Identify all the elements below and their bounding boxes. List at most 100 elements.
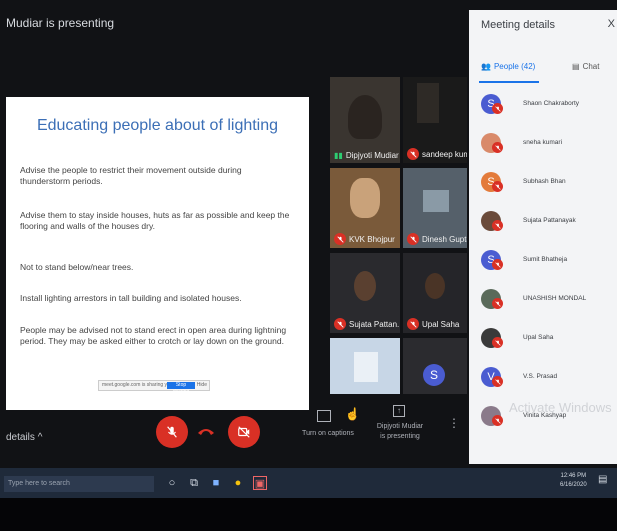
system-clock[interactable]: 12:46 PM 6/16/2020: [560, 472, 587, 490]
video-tile[interactable]: S: [403, 338, 467, 394]
mic-off-icon: [334, 318, 346, 330]
participant-row[interactable]: sneha kumari: [481, 133, 611, 157]
slide-bullet: Install lighting arrestors in tall build…: [20, 293, 242, 303]
participant-silhouette: [348, 95, 382, 139]
participant-background: [354, 352, 378, 382]
mic-off-icon: [167, 426, 177, 438]
meet-window: Mudiar is presenting Educating people ab…: [0, 0, 617, 531]
mic-off-icon: [492, 103, 503, 114]
participant-silhouette: [350, 178, 380, 218]
clock-date: 6/16/2020: [560, 482, 587, 488]
mic-off-icon: [492, 415, 503, 426]
presenting-name: Dipjyoti Mudiar: [376, 423, 424, 430]
mic-off-icon: [492, 376, 503, 387]
camera-toggle-button[interactable]: [228, 416, 260, 448]
presenting-label: Mudiar is presenting: [6, 16, 115, 30]
participant-name: UNASHISH MONDAL: [523, 295, 587, 302]
taskbar-search-input[interactable]: Type here to search: [4, 476, 154, 492]
participant-row[interactable]: S Subhash Bhan: [481, 172, 611, 196]
tile-name-label: KVK Bhojpur: [334, 233, 395, 245]
video-tile[interactable]: [330, 338, 400, 394]
participant-name: sandeep kum...: [422, 149, 467, 159]
mic-toggle-button[interactable]: [156, 416, 188, 448]
close-icon[interactable]: X: [608, 18, 615, 30]
meeting-details-toggle[interactable]: details ^: [6, 432, 42, 443]
video-tile[interactable]: Upal Saha: [403, 253, 467, 333]
mic-off-icon: [407, 148, 419, 160]
participant-row[interactable]: S Sumit Bhatheja: [481, 250, 611, 274]
video-tile[interactable]: Sujata Pattan...: [330, 253, 400, 333]
participant-row[interactable]: V V.S. Prasad: [481, 367, 611, 391]
presenting-status-text: is presenting: [380, 433, 420, 440]
tab-chat-label: Chat: [582, 62, 600, 71]
presenting-status[interactable]: Dipjyoti Mudiar is presenting: [372, 422, 428, 442]
slide-bullet: People may be advised not to stand erect…: [20, 325, 287, 346]
captions-icon[interactable]: [317, 410, 331, 422]
video-tile[interactable]: sandeep kum...: [403, 77, 467, 163]
hang-up-button[interactable]: [196, 424, 216, 436]
participant-avatar: S: [423, 364, 445, 386]
participant-row[interactable]: Upal Saha: [481, 328, 611, 352]
more-options-icon[interactable]: ⋮: [448, 416, 460, 430]
participant-name: V.S. Prasad: [523, 373, 558, 380]
mic-off-icon: [407, 233, 419, 245]
participant-name: Subhash Bhan: [523, 178, 566, 185]
activate-windows-watermark: Activate Windows: [509, 400, 612, 415]
task-view-icon[interactable]: ⧉: [187, 476, 201, 490]
participant-silhouette: [417, 83, 439, 123]
camera-off-icon: [238, 426, 250, 438]
participant-name: Sujata Pattanayak: [523, 217, 576, 224]
participant-name: Shaon Chakraborty: [523, 100, 580, 107]
participant-row[interactable]: Sujata Pattanayak: [481, 211, 611, 235]
panel-title: Meeting details: [481, 19, 555, 31]
participant-name: Upal Saha: [422, 319, 460, 329]
active-tab-indicator: [479, 81, 539, 83]
tile-name-label: Upal Saha: [407, 318, 459, 330]
notification-icon[interactable]: ▤: [598, 474, 607, 485]
screen-share-bar: meet.google.com is sharing your screen. …: [98, 380, 210, 395]
chrome-icon[interactable]: ●: [231, 476, 245, 490]
participant-silhouette: [354, 271, 376, 301]
stop-sharing-button[interactable]: Stop sharing: [167, 382, 195, 395]
bezel: [0, 498, 617, 531]
participant-name: Dinesh Gupta: [422, 234, 467, 244]
windows-taskbar: Type here to search ○ ⧉ ■ ● ▣: [0, 468, 617, 498]
phone-hangup-icon: [198, 429, 214, 435]
tab-people-label: People (42): [493, 62, 536, 71]
clock-time: 12:46 PM: [560, 473, 587, 479]
tab-people[interactable]: 👥 People (42): [481, 62, 535, 71]
participant-row[interactable]: UNASHISH MONDAL: [481, 289, 611, 313]
participant-name: Sumit Bhatheja: [523, 256, 568, 263]
slide-bullet: Not to stand below/near trees.: [20, 262, 134, 272]
hand-pointer-icon: ☝: [345, 407, 360, 421]
participant-name: sneha kumari: [523, 139, 563, 146]
mic-off-icon: [492, 298, 503, 309]
present-screen-icon[interactable]: ↑: [393, 405, 405, 417]
video-tile[interactable]: ▮▮ Dipjyoti Mudiar: [330, 77, 400, 163]
tile-name-label: sandeep kum...: [407, 148, 467, 160]
mic-off-icon: [492, 142, 503, 153]
mic-off-icon: [407, 318, 419, 330]
participant-name: KVK Bhojpur: [349, 234, 395, 244]
hide-share-bar-button[interactable]: Hide: [197, 382, 207, 388]
mic-off-icon: [492, 220, 503, 231]
captions-label[interactable]: Turn on captions: [298, 430, 358, 437]
tab-chat[interactable]: ▤ Chat: [572, 62, 599, 71]
participant-silhouette: [425, 273, 445, 299]
chevron-up-icon: ^: [37, 432, 43, 443]
participant-row[interactable]: S Shaon Chakraborty: [481, 94, 611, 118]
video-tile[interactable]: KVK Bhojpur: [330, 168, 400, 248]
mic-off-icon: [492, 337, 503, 348]
file-explorer-icon[interactable]: ■: [209, 476, 223, 490]
slide-bullet: Advise them to stay inside houses, huts …: [20, 210, 290, 231]
speaking-icon: ▮▮: [334, 151, 343, 160]
participant-name: Sujata Pattan...: [349, 319, 400, 329]
meeting-details-label: details: [6, 432, 35, 443]
app-icon[interactable]: ▣: [253, 476, 267, 490]
mic-off-icon: [334, 233, 346, 245]
tile-name-label: ▮▮ Dipjyoti Mudiar: [334, 151, 399, 160]
cortana-icon[interactable]: ○: [165, 476, 179, 490]
tile-name-label: Sujata Pattan...: [334, 318, 400, 330]
video-tile[interactable]: Dinesh Gupta: [403, 168, 467, 248]
meeting-details-panel: Meeting details X 👥 People (42) ▤ Chat S…: [469, 10, 617, 464]
